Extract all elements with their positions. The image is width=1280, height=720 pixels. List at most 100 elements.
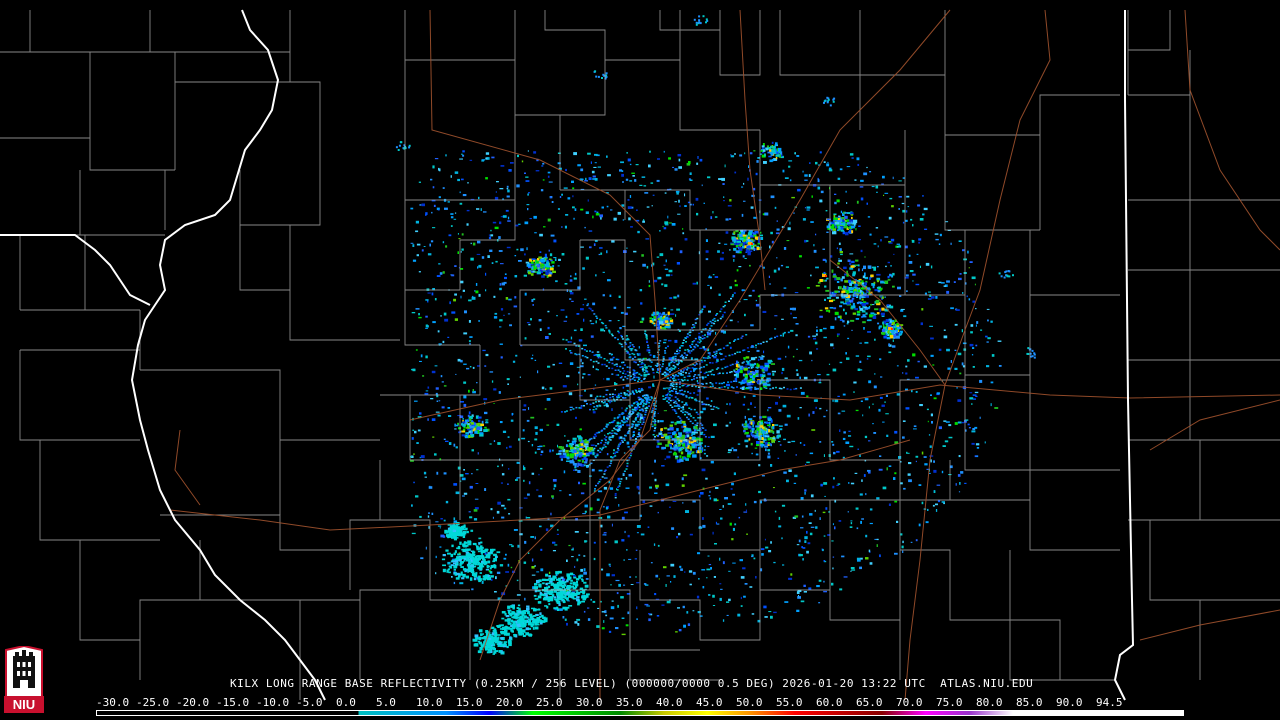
echo-pixel <box>557 452 562 455</box>
echo-pixel <box>651 205 653 207</box>
echo-pixel <box>778 516 781 520</box>
echo-pixel <box>714 343 717 346</box>
echo-pixel <box>681 484 685 487</box>
echo-pixel <box>683 352 686 354</box>
echo-pixel <box>605 506 608 510</box>
echo-pixel <box>719 352 721 355</box>
echo-pixel <box>824 298 826 301</box>
echo-pixel <box>707 176 711 179</box>
echo-pixel <box>646 373 649 376</box>
echo-pixel <box>677 607 680 609</box>
echo-pixel <box>733 449 738 452</box>
echo-pixel <box>905 372 908 375</box>
echo-pixel <box>908 254 911 257</box>
echo-pixel <box>418 313 420 316</box>
echo-pixel <box>548 249 550 252</box>
echo-pixel <box>734 352 737 355</box>
echo-pixel <box>814 341 818 345</box>
echo-pixel <box>762 415 767 419</box>
echo-pixel <box>829 299 834 303</box>
echo-pixel <box>506 185 509 188</box>
echo-pixel <box>868 471 871 474</box>
echo-pixel <box>617 445 620 448</box>
echo-pixel <box>770 430 775 433</box>
echo-pixel <box>756 349 760 352</box>
echo-pixel <box>442 241 445 244</box>
echo-pixel <box>523 561 527 564</box>
echo-pixel <box>862 315 867 318</box>
echo-pixel <box>694 337 697 340</box>
echo-pixel <box>859 186 864 188</box>
echo-pixel <box>517 154 519 158</box>
echo-pixel <box>765 448 767 452</box>
echo-pixel <box>453 517 456 520</box>
echo-pixel <box>685 356 688 359</box>
echo-pixel <box>638 399 641 401</box>
echo-pixel <box>617 393 620 395</box>
echo-pixel <box>457 251 459 254</box>
echo-pixel <box>642 362 645 365</box>
echo-pixel <box>733 231 736 235</box>
echo-pixel <box>669 384 672 387</box>
echo-pixel <box>718 293 721 296</box>
echo-pixel <box>661 365 664 368</box>
echo-pixel <box>837 395 840 397</box>
echo-pixel <box>704 328 707 330</box>
echo-pixel <box>986 365 990 368</box>
echo-pixel <box>902 177 905 179</box>
echo-pixel <box>592 302 596 306</box>
echo-pixel <box>648 349 651 352</box>
echo-pixel <box>667 377 670 379</box>
echo-pixel <box>845 441 850 444</box>
echo-pixel <box>580 308 584 311</box>
echo-pixel <box>687 450 692 453</box>
echo-pixel <box>918 238 922 241</box>
echo-pixel <box>418 181 421 183</box>
echo-pixel <box>823 590 827 593</box>
echo-pixel <box>564 411 567 413</box>
echo-pixel <box>868 380 872 384</box>
echo-pixel <box>619 483 621 485</box>
echo-pixel <box>514 255 517 257</box>
echo-pixel <box>648 164 651 168</box>
echo-pixel <box>729 199 732 202</box>
echo-pixel <box>739 387 742 389</box>
echo-pixel <box>604 446 607 448</box>
echo-pixel <box>468 430 472 433</box>
echo-pixel <box>476 382 478 384</box>
echo-pixel <box>454 265 457 267</box>
echo-pixel <box>610 606 615 610</box>
echo-pixel <box>587 374 591 376</box>
echo-pixel <box>570 292 574 295</box>
echo-pixel <box>776 335 779 338</box>
echo-pixel <box>875 299 880 304</box>
echo-pixel <box>764 362 769 365</box>
echo-pixel <box>581 362 584 365</box>
echo-pixel <box>604 541 607 544</box>
echo-pixel <box>636 408 639 410</box>
echo-pixel <box>443 438 446 440</box>
echo-pixel <box>542 445 546 447</box>
echo-pixel <box>562 385 567 388</box>
echo-pixel <box>696 394 699 396</box>
echo-pixel <box>597 356 600 359</box>
echo-pixel <box>552 497 554 500</box>
echo-pixel <box>782 333 784 337</box>
echo-pixel <box>672 383 675 385</box>
echo-pixel <box>720 386 723 389</box>
echo-pixel <box>663 264 666 266</box>
echo-pixel <box>526 419 530 422</box>
echo-pixel <box>721 382 724 385</box>
echo-pixel <box>722 183 725 185</box>
echo-pixel <box>638 346 640 349</box>
echo-pixel <box>674 400 677 403</box>
echo-pixel <box>941 470 944 474</box>
echo-pixel <box>593 557 596 561</box>
echo-pixel <box>625 178 629 181</box>
echo-pixel <box>633 402 636 404</box>
echo-pixel <box>957 352 962 356</box>
echo-pixel <box>619 480 622 483</box>
echo-pixel <box>678 629 682 632</box>
echo-pixel <box>756 363 759 367</box>
echo-pixel <box>675 457 678 460</box>
